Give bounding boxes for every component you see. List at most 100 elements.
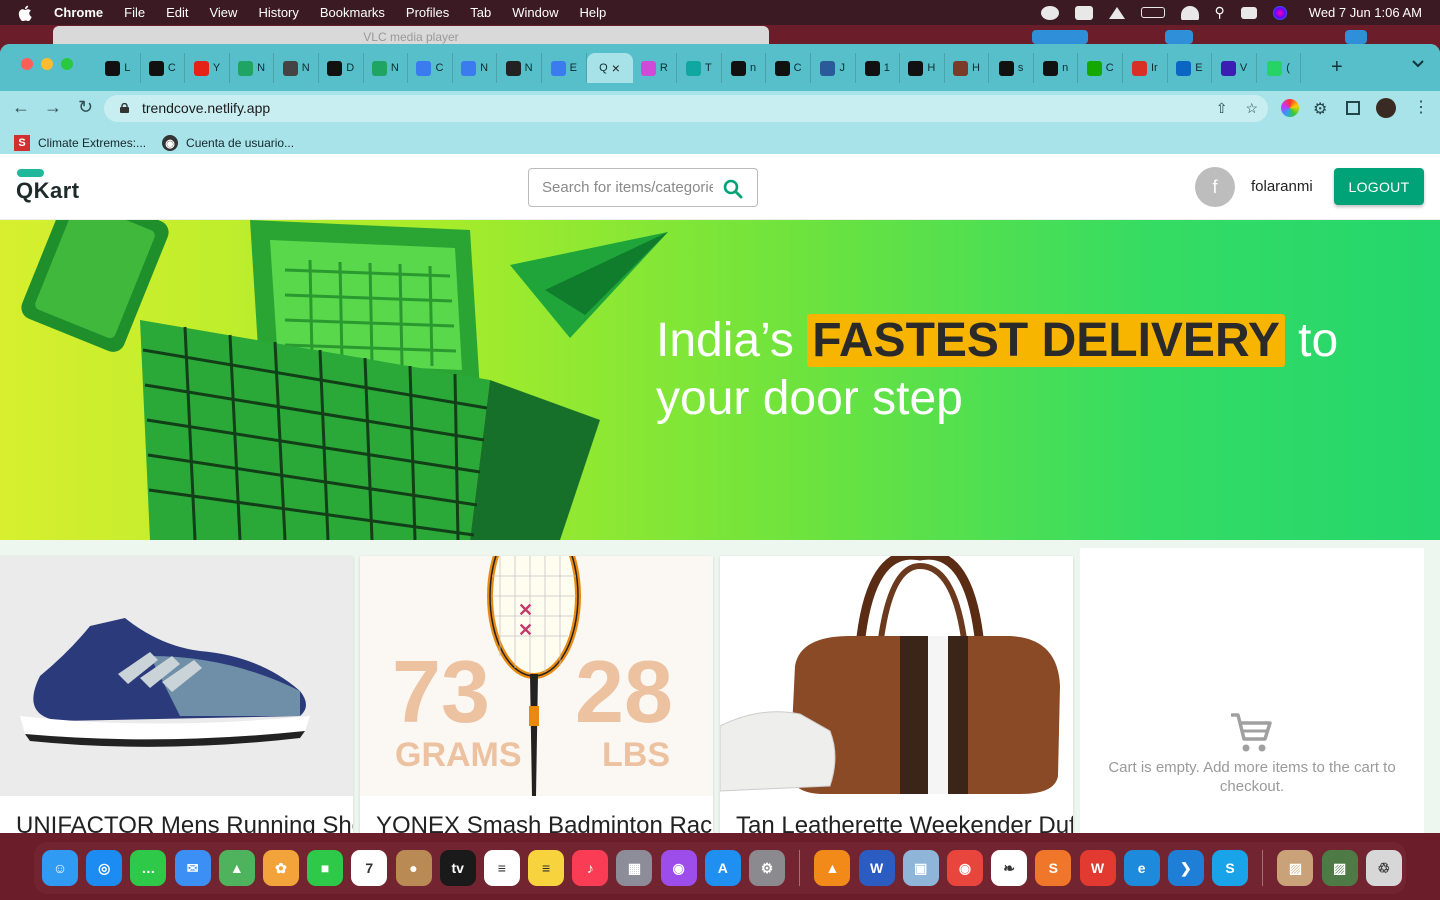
- extensions-puzzle-icon[interactable]: ⚙: [1313, 99, 1331, 118]
- browser-tab[interactable]: E: [1168, 53, 1213, 83]
- menu-clock[interactable]: Wed 7 Jun 1:06 AM: [1309, 5, 1422, 20]
- browser-tab[interactable]: C: [141, 53, 186, 83]
- side-panel-icon[interactable]: [1346, 101, 1360, 115]
- zoom-window-button[interactable]: [61, 58, 73, 70]
- user-avatar[interactable]: f: [1195, 167, 1235, 207]
- reload-button[interactable]: ↻: [78, 97, 93, 118]
- bookmark-item[interactable]: S Climate Extremes:...: [14, 135, 146, 151]
- back-button[interactable]: ←: [12, 97, 30, 118]
- reminders-icon[interactable]: ≡: [483, 850, 520, 886]
- image-file-icon[interactable]: ▨: [1321, 850, 1358, 886]
- word-status-icon[interactable]: [1074, 5, 1093, 20]
- wifi-icon[interactable]: [1180, 5, 1199, 20]
- trash-icon[interactable]: ♲: [1365, 850, 1402, 886]
- vlc-icon[interactable]: ▲: [814, 850, 851, 886]
- safari-icon[interactable]: ◎: [86, 850, 123, 886]
- logout-button[interactable]: LOGOUT: [1334, 168, 1424, 205]
- product-name[interactable]: YONEX Smash Badminton Racquet: [376, 812, 713, 833]
- bookmark-star-icon[interactable]: ☆: [1245, 100, 1258, 117]
- tab-search-chevron-icon[interactable]: [1412, 57, 1424, 69]
- product-card[interactable]: Tan Leatherette Weekender Duffle: [720, 556, 1073, 833]
- edge-icon[interactable]: e: [1123, 850, 1160, 886]
- search-input[interactable]: [529, 169, 713, 206]
- podcasts-icon[interactable]: ◉: [660, 850, 697, 886]
- browser-menu-icon[interactable]: ⋮: [1413, 97, 1431, 116]
- facetime-icon[interactable]: ■: [307, 850, 344, 886]
- browser-tab[interactable]: N: [453, 53, 498, 83]
- chrome-icon[interactable]: ◉: [946, 850, 983, 886]
- menu-file[interactable]: File: [124, 5, 145, 20]
- profile-avatar-icon[interactable]: [1376, 98, 1396, 118]
- menu-help[interactable]: Help: [580, 5, 607, 20]
- product-image[interactable]: 73 GRAMS 28 LBS ✕ ✕: [360, 556, 713, 796]
- browser-tab[interactable]: C: [1078, 53, 1124, 83]
- browser-tab[interactable]: Q ×: [586, 53, 633, 83]
- sublime-icon[interactable]: S: [1035, 850, 1072, 886]
- appletv-icon[interactable]: tv: [439, 850, 476, 886]
- close-window-button[interactable]: [21, 58, 33, 70]
- browser-tab[interactable]: (: [1257, 53, 1302, 83]
- word-icon[interactable]: W: [858, 850, 895, 886]
- menu-app-name[interactable]: Chrome: [54, 5, 103, 20]
- product-name[interactable]: UNIFACTOR Mens Running Shoes: [16, 812, 353, 833]
- desktop-folder-icon[interactable]: [1165, 30, 1193, 44]
- music-icon[interactable]: ♪: [572, 850, 609, 886]
- browser-tab[interactable]: R: [633, 53, 678, 83]
- image-file-icon[interactable]: ▨: [1277, 850, 1314, 886]
- forward-button[interactable]: →: [44, 97, 62, 118]
- contacts-icon[interactable]: ●: [395, 850, 432, 886]
- spotlight-search-icon[interactable]: ⚲: [1215, 4, 1225, 21]
- browser-tab[interactable]: n: [722, 53, 767, 83]
- browser-tab[interactable]: Ir: [1123, 53, 1168, 83]
- calendar-icon[interactable]: 7: [351, 850, 388, 886]
- browser-tab[interactable]: n: [1034, 53, 1079, 83]
- search-box[interactable]: [528, 168, 758, 207]
- wps-icon[interactable]: W: [1079, 850, 1116, 886]
- menu-window[interactable]: Window: [512, 5, 558, 20]
- browser-tab[interactable]: 1: [856, 53, 901, 83]
- browser-tab[interactable]: E: [542, 53, 587, 83]
- photos-icon[interactable]: ✿: [262, 850, 299, 886]
- site-logo[interactable]: QKart: [16, 178, 80, 204]
- product-name[interactable]: Tan Leatherette Weekender Duffle: [736, 812, 1073, 833]
- launchpad-icon[interactable]: ▦: [616, 850, 653, 886]
- product-image[interactable]: [720, 556, 1073, 796]
- browser-tab[interactable]: N: [230, 53, 275, 83]
- menu-profiles[interactable]: Profiles: [406, 5, 449, 20]
- siri-icon[interactable]: [1272, 5, 1287, 20]
- background-vlc-window[interactable]: VLC media player: [53, 26, 769, 44]
- appstore-icon[interactable]: A: [704, 850, 741, 886]
- browser-tab[interactable]: L: [96, 53, 141, 83]
- address-bar[interactable]: trendcove.netlify.app ⇧ ☆: [104, 95, 1268, 122]
- battery-icon[interactable]: [1140, 7, 1165, 18]
- browser-tab[interactable]: C: [408, 53, 453, 83]
- browser-tab[interactable]: N: [364, 53, 409, 83]
- checkmark-status-icon[interactable]: [1040, 5, 1059, 20]
- browser-tab[interactable]: C: [766, 53, 811, 83]
- vscode-icon[interactable]: ❯: [1167, 850, 1204, 886]
- browser-tab[interactable]: H: [945, 53, 990, 83]
- product-image[interactable]: [0, 556, 353, 796]
- mongodb-icon[interactable]: ❧: [991, 850, 1028, 886]
- browser-tab[interactable]: N: [497, 53, 542, 83]
- browser-tab[interactable]: T: [677, 53, 722, 83]
- desktop-folder-icon[interactable]: [1345, 30, 1367, 44]
- menu-view[interactable]: View: [209, 5, 237, 20]
- share-icon[interactable]: ⇧: [1216, 100, 1228, 117]
- search-icon[interactable]: [723, 179, 743, 199]
- new-tab-button[interactable]: +: [1331, 56, 1343, 79]
- bookmark-item[interactable]: ◉ Cuenta de usuario...: [162, 135, 294, 151]
- product-card[interactable]: 73 GRAMS 28 LBS ✕ ✕ YONEX Smash Badminto…: [360, 556, 713, 833]
- product-card[interactable]: UNIFACTOR Mens Running Shoes: [0, 556, 353, 833]
- url-text[interactable]: trendcove.netlify.app: [142, 100, 270, 116]
- browser-tab[interactable]: N: [274, 53, 319, 83]
- lock-icon[interactable]: [120, 103, 129, 113]
- control-center-icon[interactable]: [1240, 6, 1257, 19]
- browser-tab[interactable]: V: [1212, 53, 1257, 83]
- browser-tab[interactable]: D: [319, 53, 364, 83]
- preview-icon[interactable]: ▣: [902, 850, 939, 886]
- menu-history[interactable]: History: [258, 5, 298, 20]
- maps-icon[interactable]: ▲: [218, 850, 255, 886]
- finder-icon[interactable]: ☺: [42, 850, 78, 886]
- browser-tab[interactable]: J: [811, 53, 856, 83]
